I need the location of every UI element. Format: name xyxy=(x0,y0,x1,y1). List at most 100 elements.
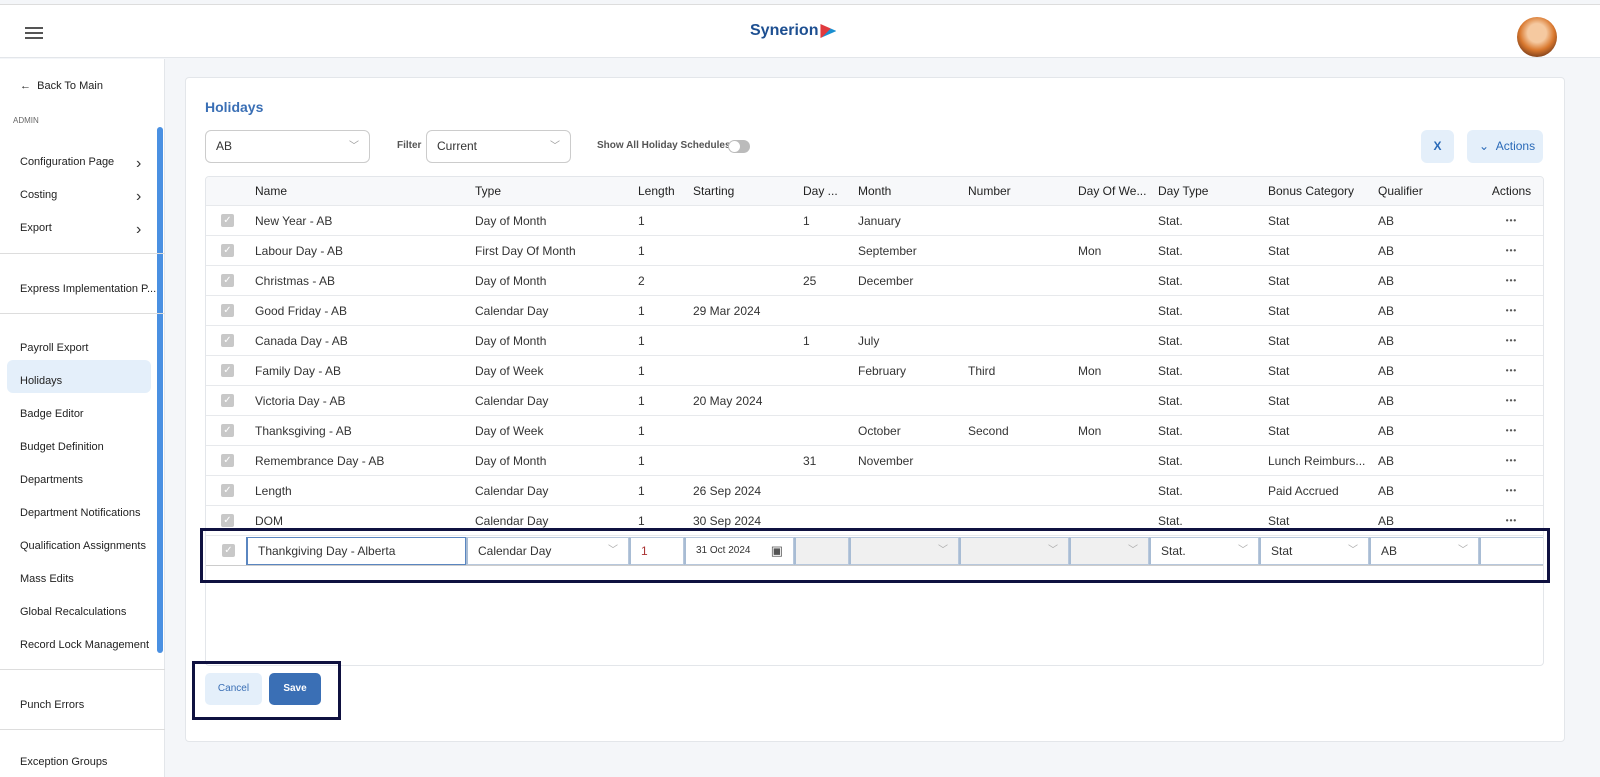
row-checkbox[interactable]: ✓ xyxy=(221,244,234,257)
table-cell: 1 xyxy=(638,393,645,408)
table-cell: Stat xyxy=(1268,423,1290,438)
checkbox-cell: ✓ xyxy=(206,214,246,227)
table-cell: Mon xyxy=(1078,243,1102,258)
table-cell: DOM xyxy=(255,513,283,528)
table-cell: Day of Month xyxy=(475,453,547,468)
sidebar-item-budget-definition[interactable]: Budget Definition xyxy=(20,441,104,453)
column-header[interactable]: Actions xyxy=(1479,184,1543,198)
sidebar-item-departments[interactable]: Departments xyxy=(20,474,83,486)
sidebar-item-punch-errors[interactable]: Punch Errors xyxy=(20,699,84,711)
holidays-table: Name Type Length Starting Day ... Month Number… xyxy=(205,176,1544,666)
column-header[interactable]: Starting xyxy=(684,184,794,198)
column-header[interactable]: Length xyxy=(629,184,684,198)
row-actions-menu-icon[interactable]: ••• xyxy=(1479,306,1543,315)
table-cell: Lunch Reimburs... xyxy=(1268,453,1366,468)
table-cell: Paid Accrued xyxy=(1268,483,1339,498)
column-header[interactable]: Number xyxy=(959,184,1069,198)
row-actions-menu-icon[interactable]: ••• xyxy=(1479,216,1543,225)
table-cell: Day of Month xyxy=(475,213,547,228)
row-checkbox[interactable]: ✓ xyxy=(221,514,234,527)
chevron-down-icon: ⌄ xyxy=(1479,139,1490,153)
hamburger-icon[interactable] xyxy=(25,27,43,39)
row-checkbox[interactable]: ✓ xyxy=(221,484,234,497)
table-row: ✓ Labour Day - AB First Day Of Month 1 Septe… xyxy=(206,236,1543,266)
row-checkbox[interactable]: ✓ xyxy=(221,424,234,437)
checkbox-cell: ✓ xyxy=(206,304,246,317)
sidebar-item-badge-editor[interactable]: Badge Editor xyxy=(20,408,84,420)
column-header[interactable]: Bonus Category xyxy=(1259,184,1369,198)
table-cell: Stat. xyxy=(1158,513,1183,528)
row-checkbox[interactable]: ✓ xyxy=(221,334,234,347)
sidebar-item-express-implementation-p-[interactable]: Express Implementation P... xyxy=(20,283,156,295)
row-actions-menu-icon[interactable]: ••• xyxy=(1479,456,1543,465)
table-cell: Calendar Day xyxy=(475,483,549,498)
table-cell: First Day Of Month xyxy=(475,243,576,258)
table-cell: Stat xyxy=(1268,243,1290,258)
show-all-toggle[interactable] xyxy=(728,140,750,153)
row-actions-menu-icon[interactable]: ••• xyxy=(1479,396,1543,405)
table-cell: Mon xyxy=(1078,363,1102,378)
row-checkbox[interactable]: ✓ xyxy=(221,304,234,317)
avatar[interactable] xyxy=(1517,17,1557,57)
sidebar-item-configuration-page[interactable]: Configuration Page xyxy=(20,156,114,168)
row-actions-menu-icon[interactable]: ••• xyxy=(1479,366,1543,375)
sidebar-item-holidays[interactable]: Holidays xyxy=(20,375,62,387)
table-row: ✓ Length Calendar Day 1 26 Sep 2024 Stat. Paid… xyxy=(206,476,1543,506)
table-cell: Stat. xyxy=(1158,363,1183,378)
sidebar-item-department-notifications[interactable]: Department Notifications xyxy=(20,507,140,519)
row-actions-menu-icon[interactable]: ••• xyxy=(1479,336,1543,345)
table-cell: October xyxy=(858,423,901,438)
column-header[interactable]: Qualifier xyxy=(1369,184,1479,198)
sidebar-item-record-lock-management[interactable]: Record Lock Management xyxy=(20,639,149,651)
sidebar-item-export[interactable]: Export xyxy=(20,222,52,234)
table-cell: Stat xyxy=(1268,273,1290,288)
row-actions-menu-icon[interactable]: ••• xyxy=(1479,276,1543,285)
row-actions-menu-icon[interactable]: ••• xyxy=(1479,516,1543,525)
row-checkbox[interactable]: ✓ xyxy=(221,364,234,377)
sidebar-scrollbar[interactable] xyxy=(157,127,163,653)
buttons-highlight xyxy=(192,661,341,720)
filter-select[interactable]: Current ﹀ xyxy=(426,130,571,163)
table-cell: Stat. xyxy=(1158,243,1183,258)
table-cell: 29 Mar 2024 xyxy=(693,303,761,318)
row-checkbox[interactable]: ✓ xyxy=(221,394,234,407)
column-header[interactable]: Month xyxy=(849,184,959,198)
table-cell: Stat. xyxy=(1158,483,1183,498)
table-cell: AB xyxy=(1378,483,1395,498)
sidebar-item-costing[interactable]: Costing xyxy=(20,189,57,201)
row-actions-menu-icon[interactable]: ••• xyxy=(1479,426,1543,435)
sidebar-item-qualification-assignments[interactable]: Qualification Assignments xyxy=(20,540,146,552)
table-cell: 1 xyxy=(638,453,645,468)
back-to-main-link[interactable]: ← Back To Main xyxy=(20,80,103,92)
column-header[interactable]: Name xyxy=(246,184,466,198)
row-checkbox[interactable]: ✓ xyxy=(221,454,234,467)
sidebar-item-payroll-export[interactable]: Payroll Export xyxy=(20,342,88,354)
excel-export-button[interactable]: X xyxy=(1421,130,1454,163)
table-cell: Calendar Day xyxy=(475,393,549,408)
sidebar-item-exception-groups[interactable]: Exception Groups xyxy=(20,756,107,768)
table-row: ✓ Remembrance Day - AB Day of Month 1 31 Nove… xyxy=(206,446,1543,476)
row-checkbox[interactable]: ✓ xyxy=(221,274,234,287)
table-cell: Stat xyxy=(1268,213,1290,228)
row-checkbox[interactable]: ✓ xyxy=(221,214,234,227)
chevron-right-icon: › xyxy=(136,221,142,238)
schedule-select[interactable]: AB ﹀ xyxy=(205,130,370,163)
sidebar-item-mass-edits[interactable]: Mass Edits xyxy=(20,573,74,585)
table-cell: Day of Week xyxy=(475,363,544,378)
table-cell: 25 xyxy=(803,273,817,288)
row-actions-menu-icon[interactable]: ••• xyxy=(1479,486,1543,495)
row-actions-menu-icon[interactable]: ••• xyxy=(1479,246,1543,255)
table-cell: 1 xyxy=(638,243,645,258)
table-cell: AB xyxy=(1378,213,1395,228)
column-header[interactable]: Day Type xyxy=(1149,184,1259,198)
column-header[interactable]: Day Of We... xyxy=(1069,184,1149,198)
table-cell: Second xyxy=(968,423,1009,438)
actions-button[interactable]: ⌄ Actions xyxy=(1467,130,1543,163)
column-header[interactable]: Day ... xyxy=(794,184,849,198)
table-cell: Calendar Day xyxy=(475,513,549,528)
table-cell: September xyxy=(858,243,917,258)
sidebar-item-global-recalculations[interactable]: Global Recalculations xyxy=(20,606,126,618)
column-header[interactable]: Type xyxy=(466,184,629,198)
table-cell: AB xyxy=(1378,423,1395,438)
table-row: ✓ Family Day - AB Day of Week 1 February Thir… xyxy=(206,356,1543,386)
